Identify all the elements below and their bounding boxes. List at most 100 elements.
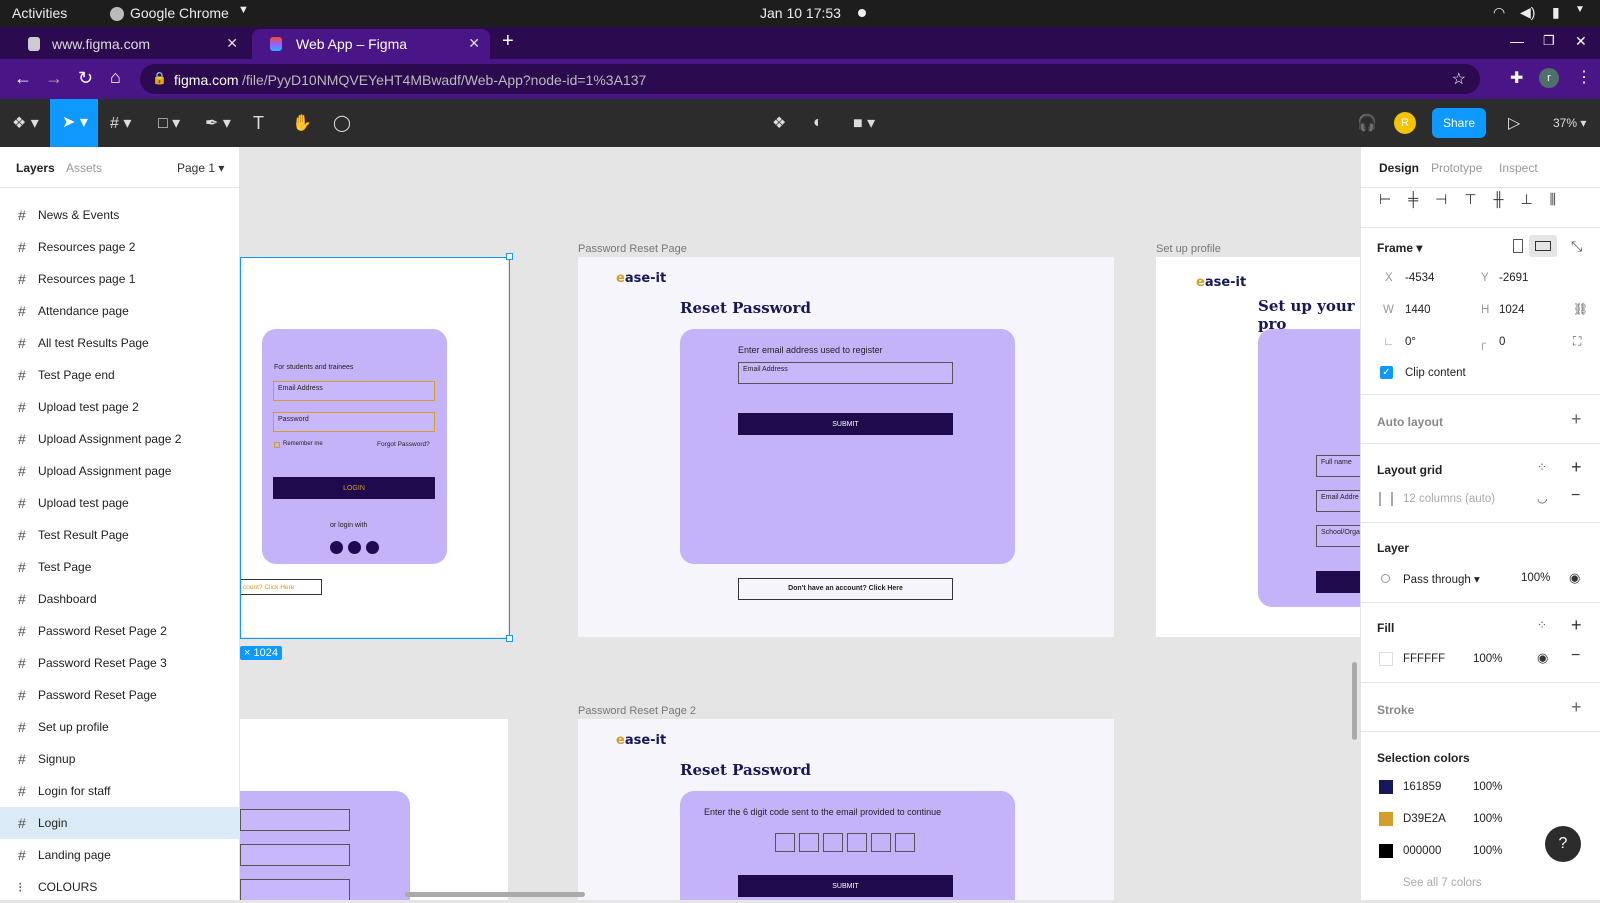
layer-row[interactable]: # Password Reset Page 3 [0,647,240,679]
layer-opacity[interactable]: 100% [1521,572,1550,584]
comment-tool-icon[interactable]: ◯ [333,111,351,135]
forward-icon[interactable]: → [45,68,63,89]
tab-prototype[interactable]: Prototype [1431,161,1482,175]
present-icon[interactable]: ▷ [1508,111,1520,135]
boolean-icon[interactable]: ■ ▾ [853,111,875,135]
h-value[interactable]: 1024 [1499,304,1525,316]
color-swatch[interactable] [1379,844,1393,858]
layer-row[interactable]: # Upload test page 2 [0,391,240,423]
layer-row[interactable]: # Password Reset Page [0,679,240,711]
components-icon[interactable]: ❖ [772,111,786,135]
layer-row[interactable]: # Signup [0,743,240,775]
battery-icon[interactable]: ▮ [1552,4,1560,21]
x-value[interactable]: -4534 [1405,272,1434,284]
w-value[interactable]: 1440 [1405,304,1431,316]
color-hex[interactable]: 000000 [1403,845,1441,857]
new-tab-icon[interactable]: + [502,30,514,53]
remove-fill-icon[interactable]: − [1571,647,1580,665]
layer-row[interactable]: # Resources page 1 [0,263,240,295]
color-opacity[interactable]: 100% [1473,813,1502,825]
layer-row[interactable]: # Upload test page [0,487,240,519]
app-menu[interactable]: Google Chrome [130,5,229,21]
layer-row[interactable]: # Landing page [0,839,240,871]
eye-icon[interactable]: ◉ [1537,650,1548,666]
align-left-icon[interactable]: ⊢ [1379,191,1391,208]
hand-tool-icon[interactable]: ✋ [292,111,312,135]
code-digit-field[interactable] [871,833,891,852]
input-field[interactable] [240,879,350,900]
grid-styles-icon[interactable]: ⁘ [1537,460,1547,474]
code-digit-field[interactable] [799,833,819,852]
input-field[interactable] [240,844,350,866]
layer-row[interactable]: # Password Reset Page 2 [0,615,240,647]
code-digit-field[interactable] [775,833,795,852]
layer-row[interactable]: # Resources page 2 [0,231,240,263]
profile-avatar[interactable]: r [1539,68,1559,88]
text-tool-icon[interactable]: T [253,111,264,135]
frame-label[interactable]: Set up profile [1156,243,1221,255]
minimize-icon[interactable]: — [1510,33,1524,49]
clip-content-checkbox[interactable]: ✓ [1380,366,1393,379]
landscape-toggle[interactable] [1529,235,1557,257]
tab-assets[interactable]: Assets [66,161,102,175]
rotation-value[interactable]: 0° [1405,336,1416,348]
independent-corners-icon[interactable]: ⛶ [1573,334,1581,349]
constrain-proportions-icon[interactable]: ⛓ [1573,302,1588,316]
reload-icon[interactable]: ↻ [78,68,93,89]
tab-web-app[interactable]: Web App – Figma ✕ [252,29,490,59]
horizontal-scrollbar[interactable] [405,892,585,897]
align-top-icon[interactable]: ⊤ [1464,191,1476,208]
setup-profile-frame[interactable]: ease-it Set up your pro Full name Email … [1156,257,1360,637]
code-digit-field[interactable] [847,833,867,852]
activities-button[interactable]: Activities [12,5,67,21]
frame-tool-icon[interactable]: # ▾ [110,111,131,135]
page-selector[interactable]: Page 1 ▾ [177,161,224,175]
signup-link-box[interactable]: Don't have an account? Click Here [738,578,953,600]
help-button[interactable]: ? [1545,826,1581,862]
canvas[interactable]: For students and trainees Email Address … [240,147,1360,900]
shape-tool-icon[interactable]: □ ▾ [158,111,180,135]
user-avatar[interactable]: R [1394,112,1416,134]
color-hex[interactable]: D39E2A [1403,813,1446,825]
code-digit-field[interactable] [823,833,843,852]
color-swatch[interactable] [1379,780,1393,794]
layer-row[interactable]: # Test Page end [0,359,240,391]
password-reset-2-frame[interactable]: ease-it Reset Password Enter the 6 digit… [578,719,1114,900]
submit-button[interactable]: SUBMIT [738,413,953,435]
frame-label[interactable]: Password Reset Page 2 [578,705,696,717]
add-fill-icon[interactable]: + [1571,615,1582,636]
volume-icon[interactable]: ◀) [1520,4,1535,21]
home-icon[interactable]: ⌂ [110,67,121,88]
close-window-icon[interactable]: ✕ [1575,33,1587,50]
back-icon[interactable]: ← [14,68,32,89]
school-field[interactable]: School/Orga [1316,525,1360,547]
radius-value[interactable]: 0 [1499,336,1505,348]
email-field[interactable]: Email Addre [1316,490,1360,512]
align-right-icon[interactable]: ⊣ [1435,191,1447,208]
system-menu-icon[interactable]: ▼ [1575,4,1585,15]
portrait-icon[interactable] [1513,239,1523,253]
layer-row[interactable]: ⁝ COLOURS [0,871,240,903]
see-all-colors-link[interactable]: See all 7 colors [1403,877,1482,889]
fill-hex[interactable]: FFFFFF [1403,653,1445,665]
submit-button[interactable]: SUBMIT [738,875,953,897]
align-bottom-icon[interactable]: ⊥ [1520,191,1532,208]
layer-row[interactable]: # Upload Assignment page [0,455,240,487]
add-grid-icon[interactable]: + [1571,457,1582,478]
signup-frame[interactable] [240,719,508,900]
zoom-level[interactable]: 37% ▾ [1553,111,1586,135]
wifi-icon[interactable]: ◠ [1493,4,1505,21]
resize-handle[interactable] [506,253,513,260]
move-tool[interactable]: ➤ ▾ [50,99,98,147]
close-icon[interactable]: ✕ [226,35,238,52]
bookmark-star-icon[interactable]: ☆ [1452,69,1466,89]
extensions-icon[interactable]: ✚ [1510,68,1523,88]
frame-section-title[interactable]: Frame ▾ [1377,241,1422,255]
tab-figma-home[interactable]: www.figma.com ✕ [8,29,248,59]
layer-row[interactable]: # Attendance page [0,295,240,327]
password-reset-frame[interactable]: ease-it Reset Password Enter email addre… [578,257,1114,637]
color-swatch[interactable] [1379,812,1393,826]
eye-icon[interactable]: ◉ [1569,570,1580,586]
add-auto-layout-icon[interactable]: + [1571,409,1582,430]
layer-row[interactable]: # Test Page [0,551,240,583]
